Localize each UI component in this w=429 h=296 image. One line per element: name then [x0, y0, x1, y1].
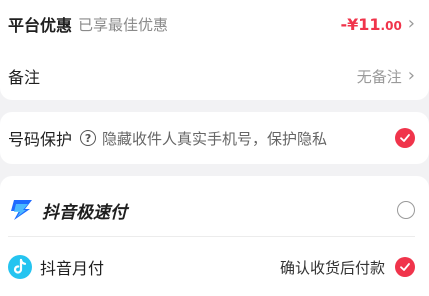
- platform-discount-sub: 已享最佳优惠: [78, 15, 169, 34]
- platform-discount-label: 平台优惠: [8, 16, 73, 35]
- remark-label: 备注: [8, 68, 41, 87]
- divider: [8, 236, 415, 237]
- payment-radio-selected[interactable]: [395, 257, 415, 277]
- checkmark-icon: [400, 263, 410, 271]
- number-protection-desc: 隐藏收件人真实手机号，保护隐私: [102, 129, 328, 148]
- payment-option-label: 抖音月付: [40, 259, 105, 278]
- discount-amount: -¥11.00: [340, 15, 401, 34]
- number-protection-label: 号码保护: [8, 130, 73, 149]
- discount-amount-int: -¥11: [340, 14, 381, 34]
- payment-option-douyin-monthly[interactable]: 抖音月付 确认收货后付款: [0, 241, 429, 293]
- number-protection-row[interactable]: 号码保护 ? 隐藏收件人真实手机号，保护隐私: [0, 112, 429, 164]
- privacy-checkbox-checked[interactable]: [395, 128, 415, 148]
- payment-radio-unselected[interactable]: [397, 201, 415, 219]
- remark-value: 无备注: [356, 67, 402, 86]
- checkmark-icon: [400, 134, 410, 142]
- payment-methods-card: 抖音极速付 抖音月付 确认收货后付款: [0, 176, 429, 296]
- douyin-express-pay-icon: [11, 200, 32, 220]
- remark-row[interactable]: 备注 无备注 ›: [0, 52, 429, 100]
- discount-amount-dec: .00: [380, 18, 402, 33]
- tiktok-icon: [8, 255, 32, 279]
- help-icon[interactable]: ?: [80, 130, 97, 146]
- order-summary-card: 平台优惠 已享最佳优惠 -¥11.00 › 备注 无备注 ›: [0, 0, 429, 100]
- payment-option-label: 抖音极速付: [42, 202, 127, 223]
- payment-option-hint: 确认收货后付款: [279, 258, 385, 277]
- payment-option-douyin-express[interactable]: 抖音极速付: [0, 184, 429, 236]
- platform-discount-row[interactable]: 平台优惠 已享最佳优惠 -¥11.00 ›: [0, 0, 429, 48]
- chevron-right-icon: ›: [407, 13, 415, 34]
- chevron-right-icon: ›: [407, 65, 415, 86]
- privacy-card: 号码保护 ? 隐藏收件人真实手机号，保护隐私: [0, 112, 429, 164]
